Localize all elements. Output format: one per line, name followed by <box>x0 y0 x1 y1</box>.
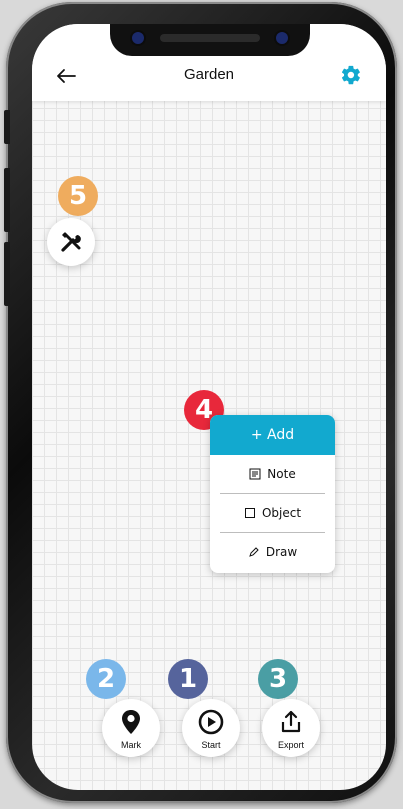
menu-item-label: Draw <box>265 545 298 559</box>
badge-3: 3 <box>258 659 298 699</box>
speaker <box>160 34 260 42</box>
share-icon <box>281 710 301 733</box>
camera <box>276 32 288 44</box>
camera <box>132 32 144 44</box>
settings-button[interactable] <box>340 64 364 88</box>
start-button[interactable]: Start <box>182 699 240 757</box>
pen-icon <box>249 547 259 557</box>
add-button[interactable]: + Add <box>210 415 335 455</box>
app-screen: Garden 5 4 + Add Note Object Draw 2 1 3 … <box>32 24 386 790</box>
mark-button[interactable]: Mark <box>102 699 160 757</box>
side-button <box>4 168 10 232</box>
gear-icon <box>341 65 360 85</box>
mark-label: Mark <box>121 740 141 750</box>
export-label: Export <box>277 740 304 750</box>
badge-5: 5 <box>58 176 98 216</box>
badge-1: 1 <box>168 659 208 699</box>
menu-item-object[interactable]: Object <box>210 494 335 532</box>
notch <box>110 24 310 56</box>
side-button <box>4 242 10 306</box>
menu-item-draw[interactable]: Draw <box>210 533 335 571</box>
tools-icon <box>61 232 81 252</box>
page-title: Garden <box>183 66 235 83</box>
map-pin-icon <box>122 710 140 734</box>
note-icon <box>249 468 261 480</box>
tools-button[interactable] <box>47 218 95 266</box>
phone-frame: Garden 5 4 + Add Note Object Draw 2 1 3 … <box>4 2 397 803</box>
menu-item-note[interactable]: Note <box>210 455 335 493</box>
add-menu: + Add Note Object Draw <box>210 415 335 573</box>
side-button <box>4 110 10 144</box>
export-button[interactable]: Export <box>262 699 320 757</box>
play-circle-icon <box>198 709 224 735</box>
badge-2: 2 <box>86 659 126 699</box>
start-label: Start <box>201 740 221 750</box>
square-icon <box>244 508 255 518</box>
menu-item-label: Note <box>267 467 296 481</box>
menu-item-label: Object <box>261 506 302 520</box>
